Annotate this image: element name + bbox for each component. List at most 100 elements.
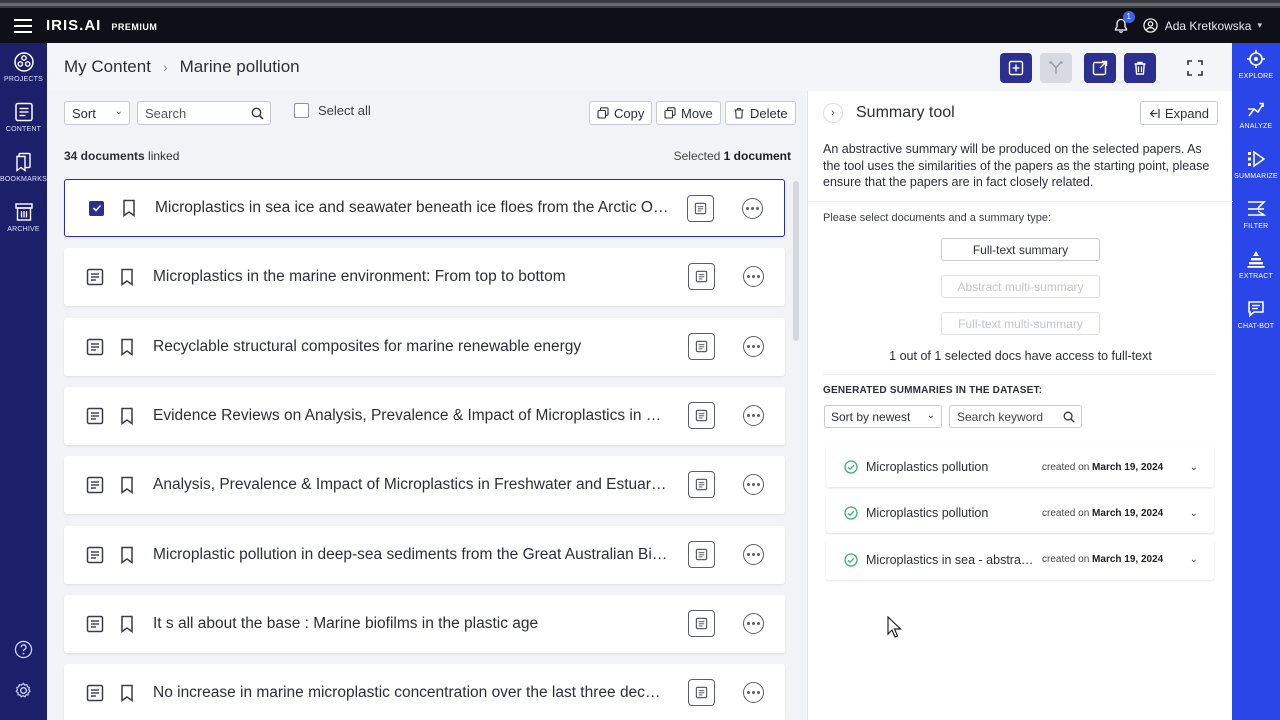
more-options-icon[interactable] [743,612,764,634]
document-title[interactable]: Evidence Reviews on Analysis, Prevalence… [153,407,669,425]
bookmark-icon[interactable] [122,199,136,217]
document-title[interactable]: Microplastics in the marine environment:… [153,268,669,286]
document-icon[interactable] [85,614,105,634]
move-button[interactable]: Move [656,101,721,125]
export-button[interactable] [1084,53,1116,83]
document-icon[interactable] [85,406,105,426]
nav-bookmarks[interactable]: BOOKMARKS [0,143,47,193]
more-options-icon[interactable] [743,335,764,357]
summary-name: Microplastics pollution [866,460,989,474]
nav-analyze[interactable]: ANALYZE [1232,93,1280,143]
chevron-down-icon[interactable]: ▾ [1257,20,1262,31]
nav-extract[interactable]: EXTRACT [1232,243,1280,293]
document-icon[interactable] [85,683,105,703]
nav-chat-bot[interactable]: CHAT-BOT [1232,293,1280,343]
document-card[interactable]: No increase in marine microplastic conce… [64,664,785,720]
document-title[interactable]: It s all about the base : Marine biofilm… [153,615,669,633]
document-card[interactable]: Evidence Reviews on Analysis, Prevalence… [64,386,785,445]
document-details-button[interactable] [688,263,715,291]
scrollbar[interactable] [793,181,799,341]
full-text-summary-button[interactable]: Full-text summary [941,238,1100,261]
document-details-button[interactable] [688,609,715,637]
nav-explore[interactable]: EXPLORE [1232,43,1280,93]
document-details-button[interactable] [688,679,715,707]
document-icon [695,271,708,283]
document-details-button[interactable] [688,401,715,429]
more-options-icon[interactable] [743,543,764,565]
menu-icon[interactable] [14,18,32,33]
bookmark-icon[interactable] [120,684,134,703]
document-card[interactable]: Analysis, Prevalence & Impact of Micropl… [64,456,785,515]
trash-icon [734,107,744,119]
browser-strip [0,0,1280,8]
bookmark-icon[interactable] [120,338,134,356]
plus-square-icon [1008,60,1024,76]
trash-button[interactable] [1124,53,1156,83]
document-details-button[interactable] [688,540,715,568]
user-name[interactable]: Ada Kretkowska [1165,19,1252,33]
sort-select[interactable]: Sort ⌄ [64,101,130,125]
fullscreen-icon[interactable] [1185,58,1205,78]
chevron-right-icon[interactable]: › [823,103,843,123]
chat-bot-icon [1248,301,1264,318]
summary-search-field[interactable] [949,405,1082,428]
summary-search-input[interactable] [950,406,1058,427]
nav-summarize[interactable]: SUMMARIZE [1232,143,1280,193]
document-icon[interactable] [85,475,105,495]
more-options-icon[interactable] [743,266,764,288]
nav-projects[interactable]: PROJECTS [0,43,47,93]
chevron-down-icon[interactable]: ⌄ [1190,554,1198,565]
user-icon[interactable] [1143,18,1158,33]
document-details-button[interactable] [688,332,715,360]
add-button[interactable] [1000,53,1032,83]
delete-button[interactable]: Delete [725,101,796,125]
bookmark-icon[interactable] [120,615,134,633]
document-icon[interactable] [85,545,105,565]
document-details-button[interactable] [688,471,715,499]
chevron-down-icon[interactable]: ⌄ [1190,462,1198,473]
nav-filter[interactable]: FILTER [1232,193,1280,243]
chevron-down-icon[interactable]: ⌄ [1190,508,1198,519]
bookmark-icon[interactable] [120,546,134,564]
copy-button[interactable]: Copy [589,101,653,125]
checkbox[interactable] [294,103,309,118]
document-card[interactable]: Microplastics in the marine environment:… [64,248,785,307]
document-card[interactable]: Microplastics in sea ice and seawater be… [64,179,785,237]
bookmark-icon[interactable] [120,268,134,287]
nav-archive[interactable]: ARCHIVE [0,193,47,243]
checkbox-checked-icon[interactable] [89,200,104,216]
document-card[interactable]: Microplastic pollution in deep-sea sedim… [64,525,785,584]
search-field[interactable] [137,101,271,125]
expand-button[interactable]: Expand [1139,101,1218,125]
bookmark-icon[interactable] [120,407,134,425]
document-title[interactable]: Microplastic pollution in deep-sea sedim… [153,546,669,564]
generated-summary-item[interactable]: Microplastics pollution created on March … [826,447,1214,487]
search-input[interactable] [138,102,243,124]
nav-content[interactable]: CONTENT [0,93,47,143]
breadcrumb-root[interactable]: My Content [64,57,151,77]
document-details-button[interactable] [687,195,714,222]
mouse-cursor-icon [887,616,902,638]
document-card[interactable]: It s all about the base : Marine biofilm… [64,594,785,653]
help-icon[interactable] [14,640,33,659]
select-all-checkbox[interactable]: Select all [294,103,371,118]
generated-summary-item[interactable]: Microplastics pollution created on March … [826,493,1214,534]
document-card[interactable]: Recyclable structural composites for mar… [64,317,785,376]
document-title[interactable]: No increase in marine microplastic conce… [153,684,669,702]
bookmark-icon[interactable] [120,476,134,495]
settings-icon[interactable] [14,681,33,700]
more-options-icon[interactable] [743,682,764,704]
more-options-icon[interactable] [743,474,764,496]
document-icon[interactable] [85,267,105,287]
merge-button[interactable] [1040,53,1072,83]
document-title[interactable]: Microplastics in sea ice and seawater be… [155,199,671,217]
generated-summary-item[interactable]: Microplastics in sea - abstract summary c… [826,539,1214,580]
document-title[interactable]: Recyclable structural composites for mar… [153,338,669,356]
document-title[interactable]: Analysis, Prevalence & Impact of Micropl… [153,476,669,494]
summary-sort-select[interactable]: Sort by newest ⌄ [824,405,942,428]
more-options-icon[interactable] [743,404,764,426]
projects-icon [13,52,34,72]
more-options-icon[interactable] [742,198,763,219]
notifications-button[interactable]: 1 [1113,10,1135,34]
document-icon[interactable] [85,337,105,357]
